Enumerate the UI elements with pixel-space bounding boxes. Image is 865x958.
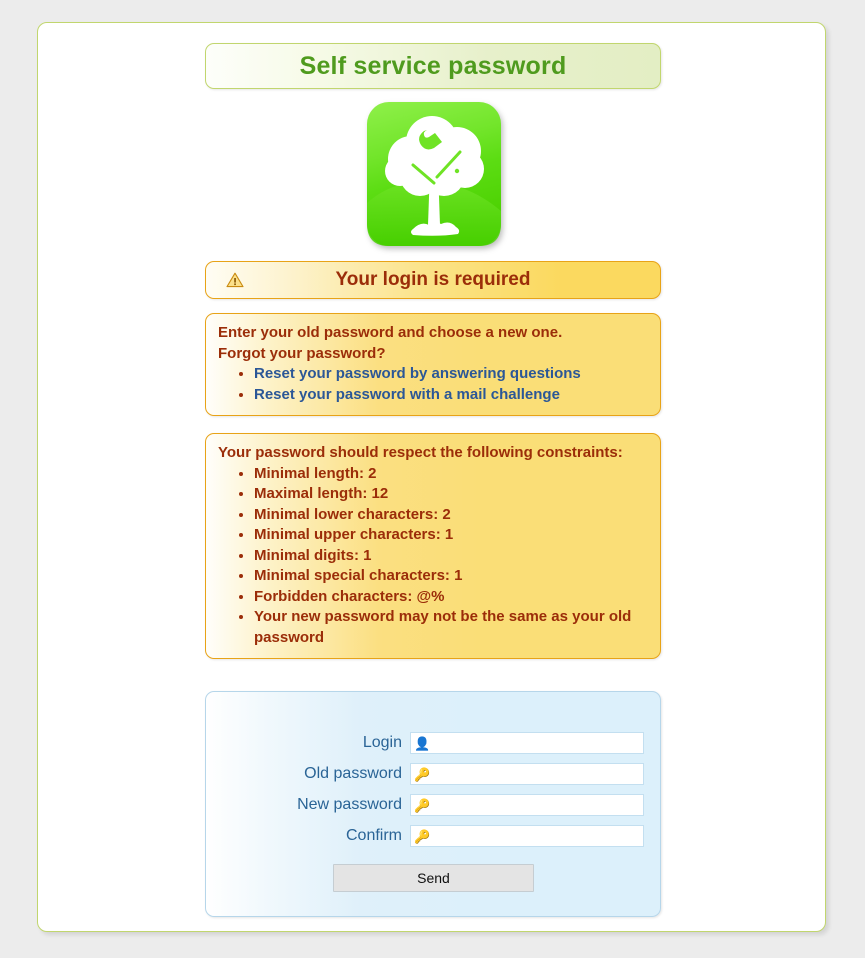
old-password-input[interactable] [432,765,643,783]
info-line-2: Forgot your password? [218,344,386,362]
reset-by-mail-link[interactable]: Reset your password with a mail challeng… [254,386,560,403]
new-password-label: New password [297,796,402,813]
list-item: Your new password may not be the same as… [254,607,648,648]
list-item: Forbidden characters: @% [254,587,648,608]
warning-banner: Your login is required [205,261,661,299]
list-item: Minimal upper characters: 1 [254,525,648,546]
page-title-banner: Self service password [205,43,661,89]
ltb-tree-wrench-logo [367,102,501,246]
confirm-password-input-wrapper[interactable]: 🔑 [410,825,644,847]
list-item: Minimal length: 2 [254,464,648,485]
form-row-old-password: Old password 🔑 [206,763,660,785]
password-constraints-box: Your password should respect the followi… [205,433,661,660]
warning-message: Your login is required [335,269,531,290]
reset-by-questions-link[interactable]: Reset your password by answering questio… [254,365,581,382]
send-button[interactable]: Send [333,864,534,892]
page-title: Self service password [299,51,567,80]
list-item: Minimal lower characters: 2 [254,505,648,526]
login-input-wrapper[interactable]: 👤 [410,732,644,754]
confirm-password-input[interactable] [432,827,643,845]
constraints-heading: Your password should respect the followi… [218,444,623,461]
constraints-list: Minimal length: 2 Maximal length: 12 Min… [218,464,648,649]
new-password-input[interactable] [432,796,643,814]
form-row-confirm-password: Confirm 🔑 [206,825,660,847]
list-item: Minimal digits: 1 [254,546,648,567]
login-label: Login [362,734,402,751]
page-frame: Self service password Your login is requ… [37,22,826,932]
old-password-label: Old password [304,765,402,782]
key-icon: 🔑 [414,797,431,813]
password-change-form: Login 👤 Old password 🔑 New password 🔑 Co… [205,691,661,917]
old-password-input-wrapper[interactable]: 🔑 [410,763,644,785]
reset-options-list: Reset your password by answering questio… [218,364,648,405]
key-icon: 🔑 [414,828,431,844]
list-item: Maximal length: 12 [254,484,648,505]
info-line-1: Enter your old password and choose a new… [218,324,563,341]
login-input[interactable] [432,734,643,752]
confirm-password-label: Confirm [345,827,402,844]
info-message-box: Enter your old password and choose a new… [205,313,661,417]
user-icon: 👤 [414,735,431,751]
key-icon: 🔑 [414,766,431,782]
form-row-login: Login 👤 [206,732,660,754]
warning-triangle-icon [226,272,244,288]
new-password-input-wrapper[interactable]: 🔑 [410,794,644,816]
list-item: Reset your password with a mail challeng… [254,385,648,406]
form-row-new-password: New password 🔑 [206,794,660,816]
app-logo [364,99,504,249]
list-item: Reset your password by answering questio… [254,364,648,385]
list-item: Minimal special characters: 1 [254,566,648,587]
